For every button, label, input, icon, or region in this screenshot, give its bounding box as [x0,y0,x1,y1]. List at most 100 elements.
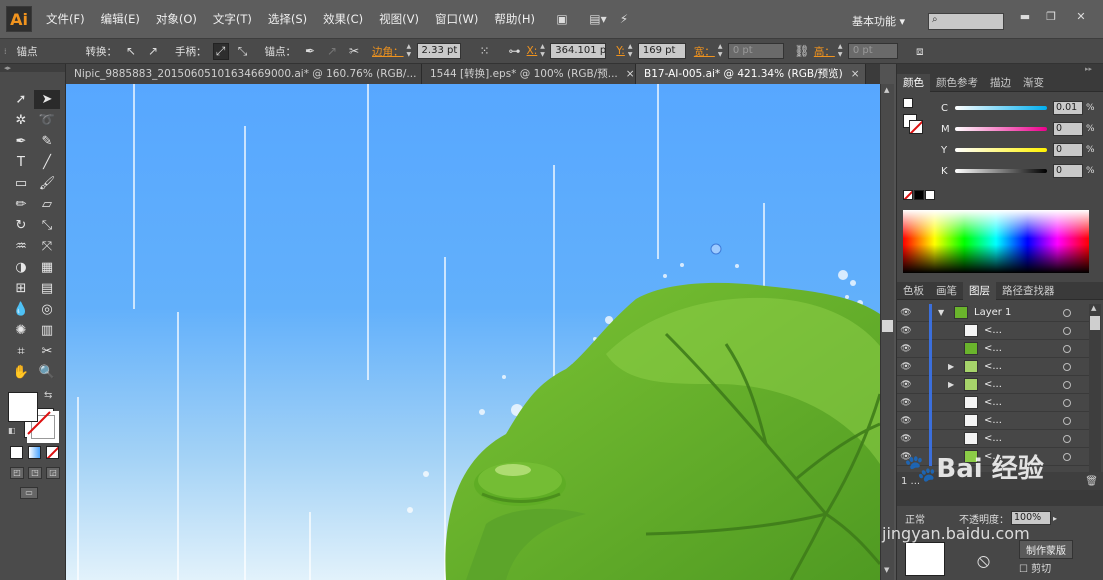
yellow-slider[interactable] [955,148,1047,152]
panel-grip[interactable]: ◂▸ [0,64,65,72]
lasso-tool-icon[interactable]: ➰ [34,111,60,130]
target-icon[interactable] [1063,434,1071,443]
clip-checkbox[interactable]: ☐ 剪切 [1019,560,1051,575]
menu-help[interactable]: 帮助(H) [486,11,543,27]
gpu-performance-icon[interactable]: ⚡ [613,10,635,28]
sublayer-row[interactable]: 👁 ▶ <... [897,357,1089,376]
type-tool-icon[interactable]: T [8,153,34,172]
perspective-grid-tool-icon[interactable]: ▦ [34,258,60,277]
symbol-sprayer-tool-icon[interactable]: ✺ [8,321,34,340]
none-swatch-icon[interactable] [903,190,913,200]
menu-object[interactable]: 对象(O) [148,11,205,27]
tab-gradient[interactable]: 渐变 [1017,75,1050,90]
zoom-tool-icon[interactable]: 🔍 [34,363,60,382]
visibility-eye-icon[interactable]: 👁 [897,362,915,372]
eraser-tool-icon[interactable]: ▱ [34,195,60,214]
gradient-mode-icon[interactable] [28,446,41,459]
scroll-thumb[interactable] [882,320,893,332]
reference-point-icon[interactable]: ⁙ [477,44,493,58]
rectangle-tool-icon[interactable]: ▭ [8,174,34,193]
fill-stroke-swatches[interactable]: ⇆ ◧ [6,390,65,443]
cyan-slider[interactable] [955,106,1047,110]
blend-tool-icon[interactable]: ◎ [34,300,60,319]
menu-edit[interactable]: 编辑(E) [93,11,148,27]
minimize-button[interactable]: ▬ [1014,10,1036,24]
tab-pathfinder[interactable]: 路径查找器 [996,283,1061,298]
direct-selection-tool-icon[interactable]: ➤ [34,90,60,109]
convert-corner-icon[interactable]: ↖ [123,44,139,58]
eyedropper-tool-icon[interactable]: 💧 [8,300,34,319]
layer-row[interactable]: 👁 ▼ Layer 1 [897,303,1089,322]
default-colors-icon[interactable]: ◧ [8,426,16,435]
connect-endpoints-icon[interactable]: ↗ [324,44,340,58]
screen-mode-icon[interactable]: ▭ [20,487,38,499]
menu-select[interactable]: 选择(S) [260,11,315,27]
tab-b17[interactable]: B17-AI-005.ai* @ 421.34% (RGB/预览) × [636,64,866,84]
menu-type[interactable]: 文字(T) [205,11,260,27]
y-spinner[interactable]: ▲ ▼ [628,43,635,59]
screen-mode-button[interactable]: ▭ [20,487,65,499]
width-input[interactable]: 0 pt [727,43,784,59]
cyan-value[interactable]: 0.01 [1053,101,1083,115]
visibility-eye-icon[interactable]: 👁 [897,308,915,318]
curvature-tool-icon[interactable]: ✎ [34,132,60,151]
x-input[interactable]: 364.101 p [550,43,607,59]
target-icon[interactable] [1063,380,1071,389]
target-icon[interactable] [1063,452,1071,461]
scale-tool-icon[interactable]: ⤡ [34,216,60,235]
draw-inside-icon[interactable]: ◲ [46,467,60,479]
hide-handles-icon[interactable]: ⤡ [235,44,251,59]
bridge-icon[interactable]: ▣ [551,10,573,28]
magenta-slider[interactable] [955,127,1047,131]
expand-triangle-icon[interactable]: ▶ [948,380,958,389]
height-input[interactable]: 0 pt [847,43,898,59]
rotate-tool-icon[interactable]: ↻ [8,216,34,235]
none-mode-icon[interactable] [46,446,59,459]
visibility-eye-icon[interactable]: 👁 [897,326,915,336]
magenta-value[interactable]: 0 [1053,122,1083,136]
corner-radius-input[interactable]: 2.33 pt [416,43,461,59]
target-icon[interactable] [1063,308,1071,317]
sublayer-row[interactable]: 👁 ▶ <... [897,375,1089,394]
tab-layers[interactable]: 图层 [963,281,996,300]
visibility-eye-icon[interactable]: 👁 [897,416,915,426]
scroll-up-icon[interactable]: ▲ [1091,304,1096,312]
sublayer-row[interactable]: 👁 <... [897,429,1089,448]
close-icon[interactable]: × [626,68,635,80]
tab-1544[interactable]: 1544 [转换].eps* @ 100% (RGB/预... × [422,64,636,84]
panel-collapse-icon[interactable]: ▸▸ [897,64,1103,74]
visibility-eye-icon[interactable]: 👁 [897,398,915,408]
yellow-value[interactable]: 0 [1053,143,1083,157]
search-input[interactable]: ⌕ [928,13,1004,30]
magic-wand-tool-icon[interactable]: ✲ [8,111,34,130]
target-icon[interactable] [1063,362,1071,371]
workspace-switcher[interactable]: 基本功能 ▾ [852,13,905,29]
slice-tool-icon[interactable]: ✂ [34,342,60,361]
menu-view[interactable]: 视图(V) [371,11,427,27]
tab-color[interactable]: 颜色 [897,73,930,92]
expand-triangle-icon[interactable]: ▼ [938,308,948,317]
tab-brushes[interactable]: 画笔 [930,283,963,298]
y-input[interactable]: 169 pt [637,43,686,59]
target-icon[interactable] [1063,416,1071,425]
shape-builder-tool-icon[interactable]: ◑ [8,258,34,277]
remove-anchor-icon[interactable]: ✒ [302,44,318,58]
tab-swatches[interactable]: 色板 [897,283,930,298]
convert-smooth-icon[interactable]: ↗ [145,44,161,58]
sublayer-row[interactable]: 👁 <... [897,411,1089,430]
draw-normal-icon[interactable]: ◰ [10,467,24,479]
color-fill-mini-icon[interactable] [903,98,913,108]
close-icon[interactable]: × [851,68,860,80]
width-spinner[interactable]: ▲ ▼ [718,43,725,59]
gradient-tool-icon[interactable]: ▤ [34,279,60,298]
expand-triangle-icon[interactable]: ▶ [948,362,958,371]
swap-colors-icon[interactable]: ⇆ [44,390,52,401]
arrange-documents-icon[interactable]: ▤▾ [587,10,609,28]
corner-spinner[interactable]: ▲ ▼ [407,43,414,59]
opacity-arrow-icon[interactable]: ▸ [1053,514,1057,523]
tab-nipic[interactable]: Nipic_9885883_20150605101634669000.ai* @… [66,64,422,84]
target-icon[interactable] [1063,398,1071,407]
opacity-input[interactable]: 100% [1011,511,1051,525]
vertical-scrollbar[interactable]: ▲ ▼ [880,84,894,580]
color-spectrum[interactable] [903,210,1089,273]
